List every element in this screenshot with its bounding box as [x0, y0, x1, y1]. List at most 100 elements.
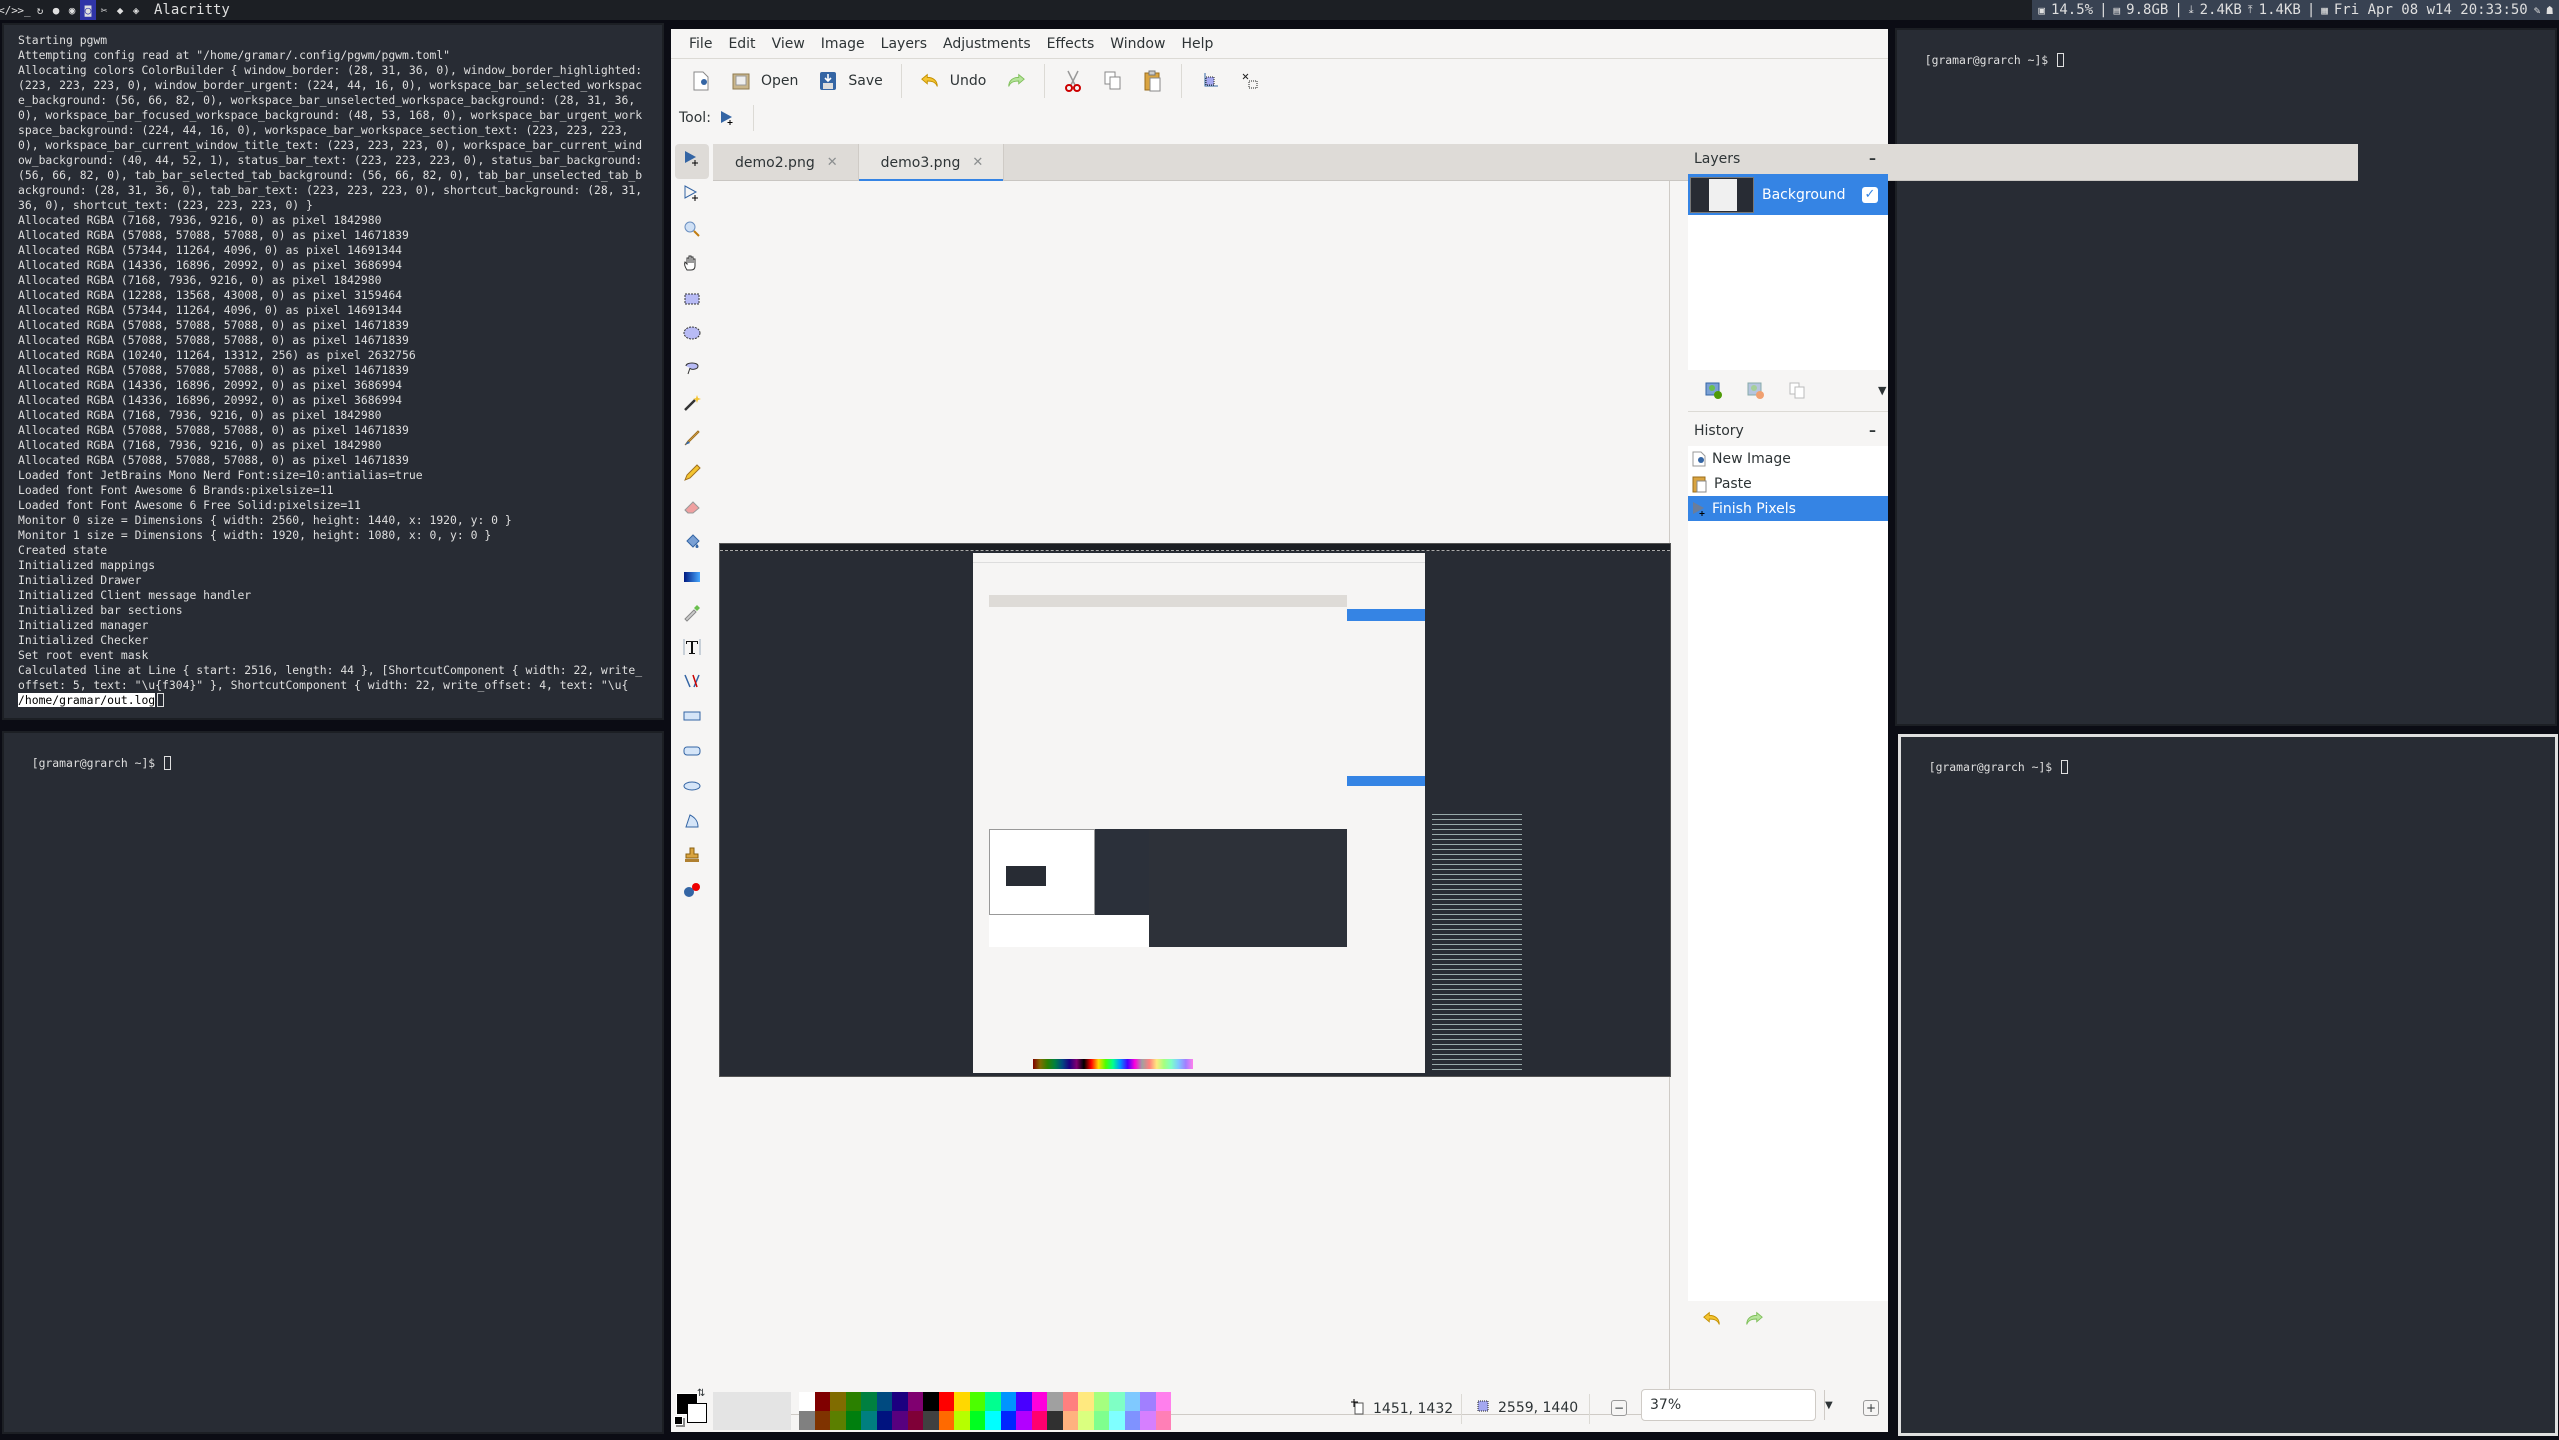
- menu-adjustments[interactable]: Adjustments: [935, 36, 1039, 52]
- layer-visibility-checkbox[interactable]: ✓: [1862, 186, 1878, 203]
- tool-ellipse-select[interactable]: [675, 318, 709, 353]
- workspace-5[interactable]: ◉: [64, 0, 80, 20]
- terminal-log-output[interactable]: Starting pgwm Attempting config read at "…: [2, 23, 664, 720]
- palette-swatch[interactable]: [907, 1392, 923, 1411]
- menu-effects[interactable]: Effects: [1039, 36, 1103, 52]
- palette-swatch[interactable]: [892, 1392, 908, 1411]
- layer-item-background[interactable]: Background ✓: [1688, 174, 1888, 215]
- palette-swatch[interactable]: [969, 1392, 985, 1411]
- pencil-shortcut-icon[interactable]: ✎: [2534, 4, 2541, 17]
- palette-swatch[interactable]: [1031, 1392, 1047, 1411]
- palette-swatch[interactable]: [1062, 1411, 1078, 1430]
- palette-swatch[interactable]: [830, 1411, 846, 1430]
- tool-pan[interactable]: [675, 248, 709, 283]
- palette-swatch[interactable]: [1047, 1411, 1063, 1430]
- tool-color-picker[interactable]: [675, 596, 709, 631]
- workspace-9[interactable]: ◈: [128, 0, 144, 20]
- palette-swatch[interactable]: [876, 1392, 892, 1411]
- palette-swatch[interactable]: [1016, 1411, 1032, 1430]
- terminal-left-bottom[interactable]: [gramar@grarch ~]$: [2, 731, 664, 1434]
- menu-image[interactable]: Image: [813, 36, 873, 52]
- tool-lasso-select[interactable]: [675, 353, 709, 388]
- image-canvas[interactable]: [719, 543, 1671, 1077]
- zoom-in-button[interactable]: +: [1863, 1400, 1879, 1416]
- copy-button[interactable]: [1095, 66, 1131, 96]
- history-item[interactable]: Paste: [1688, 471, 1888, 496]
- palette-swatch[interactable]: [814, 1392, 830, 1411]
- user-lock-shortcut-icon[interactable]: ☗: [2546, 4, 2553, 17]
- minimize-history-button[interactable]: –: [1869, 423, 1876, 439]
- deselect-button[interactable]: [1232, 66, 1268, 96]
- close-tab-icon[interactable]: ✕: [972, 155, 983, 170]
- palette-swatch[interactable]: [1047, 1392, 1063, 1411]
- menu-window[interactable]: Window: [1102, 36, 1173, 52]
- workspace-8[interactable]: ◆: [112, 0, 128, 20]
- palette-swatch[interactable]: [1093, 1392, 1109, 1411]
- menu-edit[interactable]: Edit: [720, 36, 763, 52]
- palette-swatch[interactable]: [1155, 1392, 1171, 1411]
- new-button[interactable]: [683, 66, 719, 96]
- palette-swatch[interactable]: [892, 1411, 908, 1430]
- workspace-6[interactable]: ◙: [80, 0, 96, 20]
- history-undo-icon[interactable]: [1702, 1308, 1722, 1330]
- tool-rectangle[interactable]: [675, 701, 709, 736]
- palette-swatch[interactable]: [1093, 1411, 1109, 1430]
- add-layer-icon[interactable]: [1704, 380, 1724, 402]
- palette-swatch[interactable]: [923, 1392, 939, 1411]
- palette-swatch[interactable]: [1062, 1392, 1078, 1411]
- tool-gradient[interactable]: [675, 562, 709, 597]
- history-item[interactable]: Finish Pixels: [1688, 496, 1888, 521]
- palette-swatch[interactable]: [1000, 1411, 1016, 1430]
- delete-layer-icon[interactable]: [1746, 380, 1766, 402]
- crop-to-selection-button[interactable]: [1192, 66, 1228, 96]
- undo-button[interactable]: Undo: [912, 66, 995, 96]
- history-redo-icon[interactable]: [1744, 1308, 1764, 1330]
- palette-swatch[interactable]: [845, 1392, 861, 1411]
- tool-move-selection[interactable]: [675, 179, 709, 214]
- palette-swatch[interactable]: [1140, 1411, 1156, 1430]
- palette-swatch[interactable]: [845, 1411, 861, 1430]
- document-tab[interactable]: demo3.png ✕: [858, 144, 1005, 182]
- secondary-color-swatch[interactable]: [687, 1403, 707, 1423]
- tool-zoom[interactable]: [675, 214, 709, 249]
- palette-swatch[interactable]: [1124, 1411, 1140, 1430]
- document-tab[interactable]: demo2.png ✕: [713, 144, 859, 181]
- tool-text[interactable]: [675, 631, 709, 666]
- workspace-3[interactable]: ↻: [32, 0, 48, 20]
- swap-colors-icon[interactable]: ⇅: [697, 1388, 705, 1399]
- palette-swatch[interactable]: [938, 1392, 954, 1411]
- palette-swatch[interactable]: [938, 1411, 954, 1430]
- zoom-out-button[interactable]: −: [1611, 1400, 1627, 1416]
- palette-swatch[interactable]: [1140, 1392, 1156, 1411]
- tool-recolor[interactable]: [675, 875, 709, 910]
- tool-pencil[interactable]: [675, 457, 709, 492]
- palette-swatch[interactable]: [861, 1392, 877, 1411]
- zoom-input[interactable]: [1642, 1397, 1824, 1413]
- palette-swatch[interactable]: [1078, 1411, 1094, 1430]
- layer-menu-dropdown-icon[interactable]: ▼: [1878, 384, 1886, 397]
- tool-paintbrush[interactable]: [675, 422, 709, 457]
- save-button[interactable]: Save: [810, 66, 890, 96]
- paste-button[interactable]: [1135, 66, 1171, 96]
- terminal-right-bottom-focused[interactable]: [gramar@grarch ~]$: [1898, 734, 2558, 1436]
- palette-swatch[interactable]: [954, 1392, 970, 1411]
- palette-swatch[interactable]: [1000, 1392, 1016, 1411]
- cut-button[interactable]: [1055, 66, 1091, 96]
- history-item[interactable]: New Image: [1688, 446, 1888, 471]
- workspace-1[interactable]: </>: [0, 0, 18, 20]
- tool-line-curve[interactable]: [675, 666, 709, 701]
- palette-swatch[interactable]: [985, 1392, 1001, 1411]
- menu-file[interactable]: File: [681, 36, 720, 52]
- palette-swatch[interactable]: [799, 1392, 815, 1411]
- palette-swatch[interactable]: [1109, 1411, 1125, 1430]
- open-button[interactable]: Open: [723, 66, 806, 96]
- duplicate-layer-icon[interactable]: [1788, 380, 1808, 402]
- menu-layers[interactable]: Layers: [873, 36, 935, 52]
- palette-swatch[interactable]: [969, 1411, 985, 1430]
- menu-view[interactable]: View: [764, 36, 813, 52]
- palette-swatch[interactable]: [1031, 1411, 1047, 1430]
- workspace-7[interactable]: ✂: [96, 0, 112, 20]
- palette-swatch[interactable]: [814, 1411, 830, 1430]
- workspace-2[interactable]: >_: [16, 0, 32, 20]
- redo-button[interactable]: [998, 66, 1034, 96]
